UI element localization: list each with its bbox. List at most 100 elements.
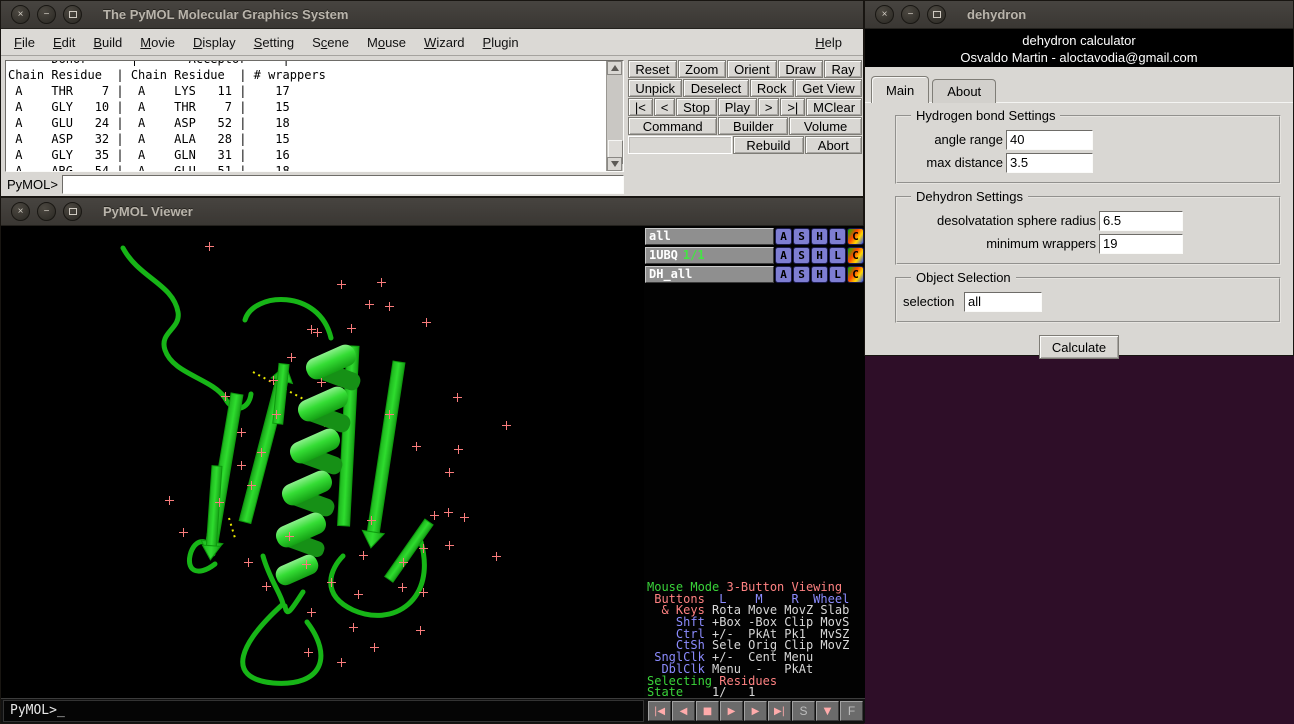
playback-rewind-button[interactable]: |◀ — [648, 701, 671, 721]
desolvatation-radius-field[interactable] — [1099, 211, 1183, 231]
dehydron-titlebar[interactable]: × − dehydron — [865, 1, 1293, 29]
toolbar-rebuild[interactable]: Rebuild — [733, 136, 803, 154]
object-s-button[interactable]: S — [793, 266, 810, 283]
toolbar-[interactable]: >| — [780, 98, 805, 116]
close-icon[interactable]: × — [11, 202, 30, 221]
toolbar-play[interactable]: Play — [718, 98, 757, 116]
toolbar-abort[interactable]: Abort — [805, 136, 862, 154]
playback-play-button[interactable]: ▶ — [720, 701, 743, 721]
angle-range-field[interactable] — [1006, 130, 1093, 150]
minimize-icon[interactable]: − — [901, 5, 920, 24]
menu-edit[interactable]: Edit — [44, 33, 84, 52]
maximize-icon[interactable] — [63, 202, 82, 221]
playback-menu-button[interactable]: ▼ — [816, 701, 839, 721]
object-l-button[interactable]: L — [829, 247, 846, 264]
progress-strip — [628, 136, 732, 154]
toolbar-ray[interactable]: Ray — [824, 60, 862, 78]
maximize-icon[interactable] — [927, 5, 946, 24]
max-distance-field[interactable] — [1006, 153, 1093, 173]
menu-plugin[interactable]: Plugin — [474, 33, 528, 52]
molecular-viewport[interactable] — [1, 226, 644, 701]
console-output: Donor | Acceptor | Chain Residue | Chain… — [5, 60, 624, 172]
maximize-icon[interactable] — [63, 5, 82, 24]
toolbar-reset[interactable]: Reset — [628, 60, 677, 78]
toolbar-[interactable]: |< — [628, 98, 653, 116]
calculate-button[interactable]: Calculate — [1039, 335, 1119, 359]
object-c-button[interactable]: C — [847, 247, 864, 264]
water-cross-icon — [327, 578, 336, 587]
menu-help[interactable]: Help — [806, 33, 851, 52]
menu-setting[interactable]: Setting — [245, 33, 303, 52]
max-distance-label: max distance — [903, 155, 1003, 170]
toolbar-[interactable]: > — [758, 98, 779, 116]
toolbar-builder[interactable]: Builder — [718, 117, 788, 135]
object-l-button[interactable]: L — [829, 266, 846, 283]
toolbar-[interactable]: < — [654, 98, 675, 116]
group-title: Dehydron Settings — [911, 189, 1028, 204]
object-h-button[interactable]: H — [811, 228, 828, 245]
minimize-icon[interactable]: − — [37, 202, 56, 221]
menu-file[interactable]: File — [5, 33, 44, 52]
mouse-mode-help: Mouse Mode 3-Button Viewing Buttons L M … — [647, 582, 849, 699]
water-cross-icon — [205, 242, 214, 251]
toolbar-volume[interactable]: Volume — [789, 117, 862, 135]
menu-build[interactable]: Build — [84, 33, 131, 52]
object-c-button[interactable]: C — [847, 228, 864, 245]
object-name[interactable]: DH_all — [645, 266, 774, 283]
menu-wizard[interactable]: Wizard — [415, 33, 473, 52]
minimum-wrappers-field[interactable] — [1099, 234, 1183, 254]
object-h-button[interactable]: H — [811, 247, 828, 264]
toolbar-command[interactable]: Command — [628, 117, 717, 135]
viewer-titlebar[interactable]: × − PyMOL Viewer — [1, 198, 863, 226]
playback-step-forward-button[interactable]: ▶ — [744, 701, 767, 721]
object-name[interactable]: all — [645, 228, 774, 245]
toolbar-row-4: CommandBuilderVolume — [628, 117, 863, 136]
playback-full-screen-button[interactable]: F — [840, 701, 863, 721]
close-icon[interactable]: × — [875, 5, 894, 24]
playback-stop-button[interactable]: ■ — [696, 701, 719, 721]
menu-movie[interactable]: Movie — [131, 33, 184, 52]
plugin-banner: dehydron calculator Osvaldo Martin - alo… — [865, 29, 1293, 67]
scroll-down-icon[interactable] — [607, 157, 622, 171]
pymol-viewer-window: × − PyMOL Viewer — [0, 197, 864, 724]
toolbar-stop[interactable]: Stop — [676, 98, 717, 116]
object-h-button[interactable]: H — [811, 266, 828, 283]
toolbar-draw[interactable]: Draw — [778, 60, 823, 78]
tab-main[interactable]: Main — [871, 76, 929, 103]
toolbar-unpick[interactable]: Unpick — [628, 79, 682, 97]
playback-scene-loop-button[interactable]: S — [792, 701, 815, 721]
viewer-prompt[interactable]: PyMOL>_ — [3, 700, 644, 722]
object-a-button[interactable]: A — [775, 266, 792, 283]
toolbar-rock[interactable]: Rock — [750, 79, 794, 97]
main-titlebar[interactable]: × − The PyMOL Molecular Graphics System — [1, 1, 863, 29]
command-input[interactable] — [62, 175, 624, 194]
object-c-button[interactable]: C — [847, 266, 864, 283]
water-cross-icon — [430, 511, 439, 520]
playback-controls: |◀◀■▶▶▶|S▼F — [644, 701, 865, 721]
close-icon[interactable]: × — [11, 5, 30, 24]
object-s-button[interactable]: S — [793, 228, 810, 245]
menu-scene[interactable]: Scene — [303, 33, 358, 52]
playback-step-back-button[interactable]: ◀ — [672, 701, 695, 721]
scroll-up-icon[interactable] — [607, 61, 622, 75]
menu-mouse[interactable]: Mouse — [358, 33, 415, 52]
console-scrollbar[interactable] — [606, 61, 623, 171]
toolbar-deselect[interactable]: Deselect — [683, 79, 748, 97]
selection-field[interactable] — [964, 292, 1042, 312]
object-name[interactable]: 1UBQ1/1 — [645, 247, 774, 264]
toolbar-row-3: |<<StopPlay>>|MClear — [628, 98, 863, 117]
toolbar-mclear[interactable]: MClear — [806, 98, 862, 116]
object-l-button[interactable]: L — [829, 228, 846, 245]
menu-display[interactable]: Display — [184, 33, 245, 52]
minimize-icon[interactable]: − — [37, 5, 56, 24]
object-a-button[interactable]: A — [775, 228, 792, 245]
toolbar-get-view[interactable]: Get View — [795, 79, 862, 97]
toolbar-row-5: RebuildAbort — [628, 136, 863, 155]
toolbar-orient[interactable]: Orient — [727, 60, 777, 78]
toolbar-zoom[interactable]: Zoom — [678, 60, 726, 78]
object-a-button[interactable]: A — [775, 247, 792, 264]
playback-end-button[interactable]: ▶| — [768, 701, 791, 721]
object-s-button[interactable]: S — [793, 247, 810, 264]
tab-about[interactable]: About — [932, 79, 996, 103]
water-cross-icon — [454, 445, 463, 454]
